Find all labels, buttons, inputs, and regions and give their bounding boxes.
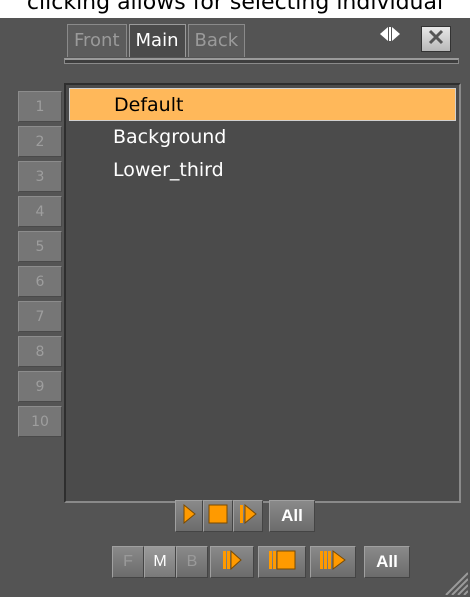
global-stop-button[interactable] [258, 546, 306, 578]
global-play-button[interactable] [210, 546, 254, 578]
tab-front[interactable]: Front [67, 24, 127, 57]
layer-number-button[interactable]: 4 [18, 196, 62, 227]
layer-number-button[interactable]: 2 [18, 126, 62, 157]
continue-icon [319, 549, 347, 575]
all-layer-button[interactable]: All [269, 500, 315, 532]
layer-number-button[interactable]: 8 [18, 336, 62, 367]
front-toggle-button[interactable]: F [112, 546, 144, 578]
tab-bar: Front Main Back [67, 24, 247, 58]
play-icon [222, 549, 242, 575]
tab-back[interactable]: Back [187, 24, 246, 57]
layer-number-button[interactable]: 3 [18, 161, 62, 192]
close-button[interactable] [421, 26, 451, 52]
resize-grip-icon[interactable] [442, 569, 469, 596]
back-toggle-button[interactable]: B [176, 546, 208, 578]
caption-text: clicking allows for selecting individual [26, 0, 444, 15]
layer-playback-controls: All [175, 500, 315, 532]
layer-number-button[interactable]: 1 [18, 91, 62, 122]
all-global-button[interactable]: All [364, 546, 410, 578]
global-playback-controls: F M B All [112, 546, 410, 578]
layer-number-column: 1 2 3 4 5 6 7 8 9 10 [18, 91, 64, 441]
list-item[interactable]: Default [69, 88, 456, 121]
play-button[interactable] [175, 500, 203, 532]
play-icon [182, 503, 196, 528]
layer-number-button[interactable]: 5 [18, 231, 62, 262]
tab-underline [64, 58, 459, 64]
main-toggle-button[interactable]: M [144, 546, 176, 578]
stop-icon [208, 504, 228, 528]
stop-button[interactable] [203, 500, 233, 532]
continue-button[interactable] [233, 500, 263, 532]
list-item[interactable]: Background [69, 121, 456, 154]
layer-number-button[interactable]: 9 [18, 371, 62, 402]
stop-icon [268, 549, 296, 575]
split-view-icon[interactable] [380, 26, 400, 46]
layer-control-panel: Front Main Back 1 2 3 4 5 6 7 8 9 10 Def… [0, 18, 470, 597]
layer-number-button[interactable]: 7 [18, 301, 62, 332]
global-continue-button[interactable] [310, 546, 356, 578]
list-item[interactable]: Lower_third [69, 154, 456, 187]
continue-icon [238, 503, 258, 528]
close-icon [427, 29, 445, 49]
layer-number-button[interactable]: 6 [18, 266, 62, 297]
layer-number-button[interactable]: 10 [18, 406, 62, 437]
scene-list: Default Background Lower_third [64, 83, 461, 503]
tab-main[interactable]: Main [128, 24, 186, 57]
